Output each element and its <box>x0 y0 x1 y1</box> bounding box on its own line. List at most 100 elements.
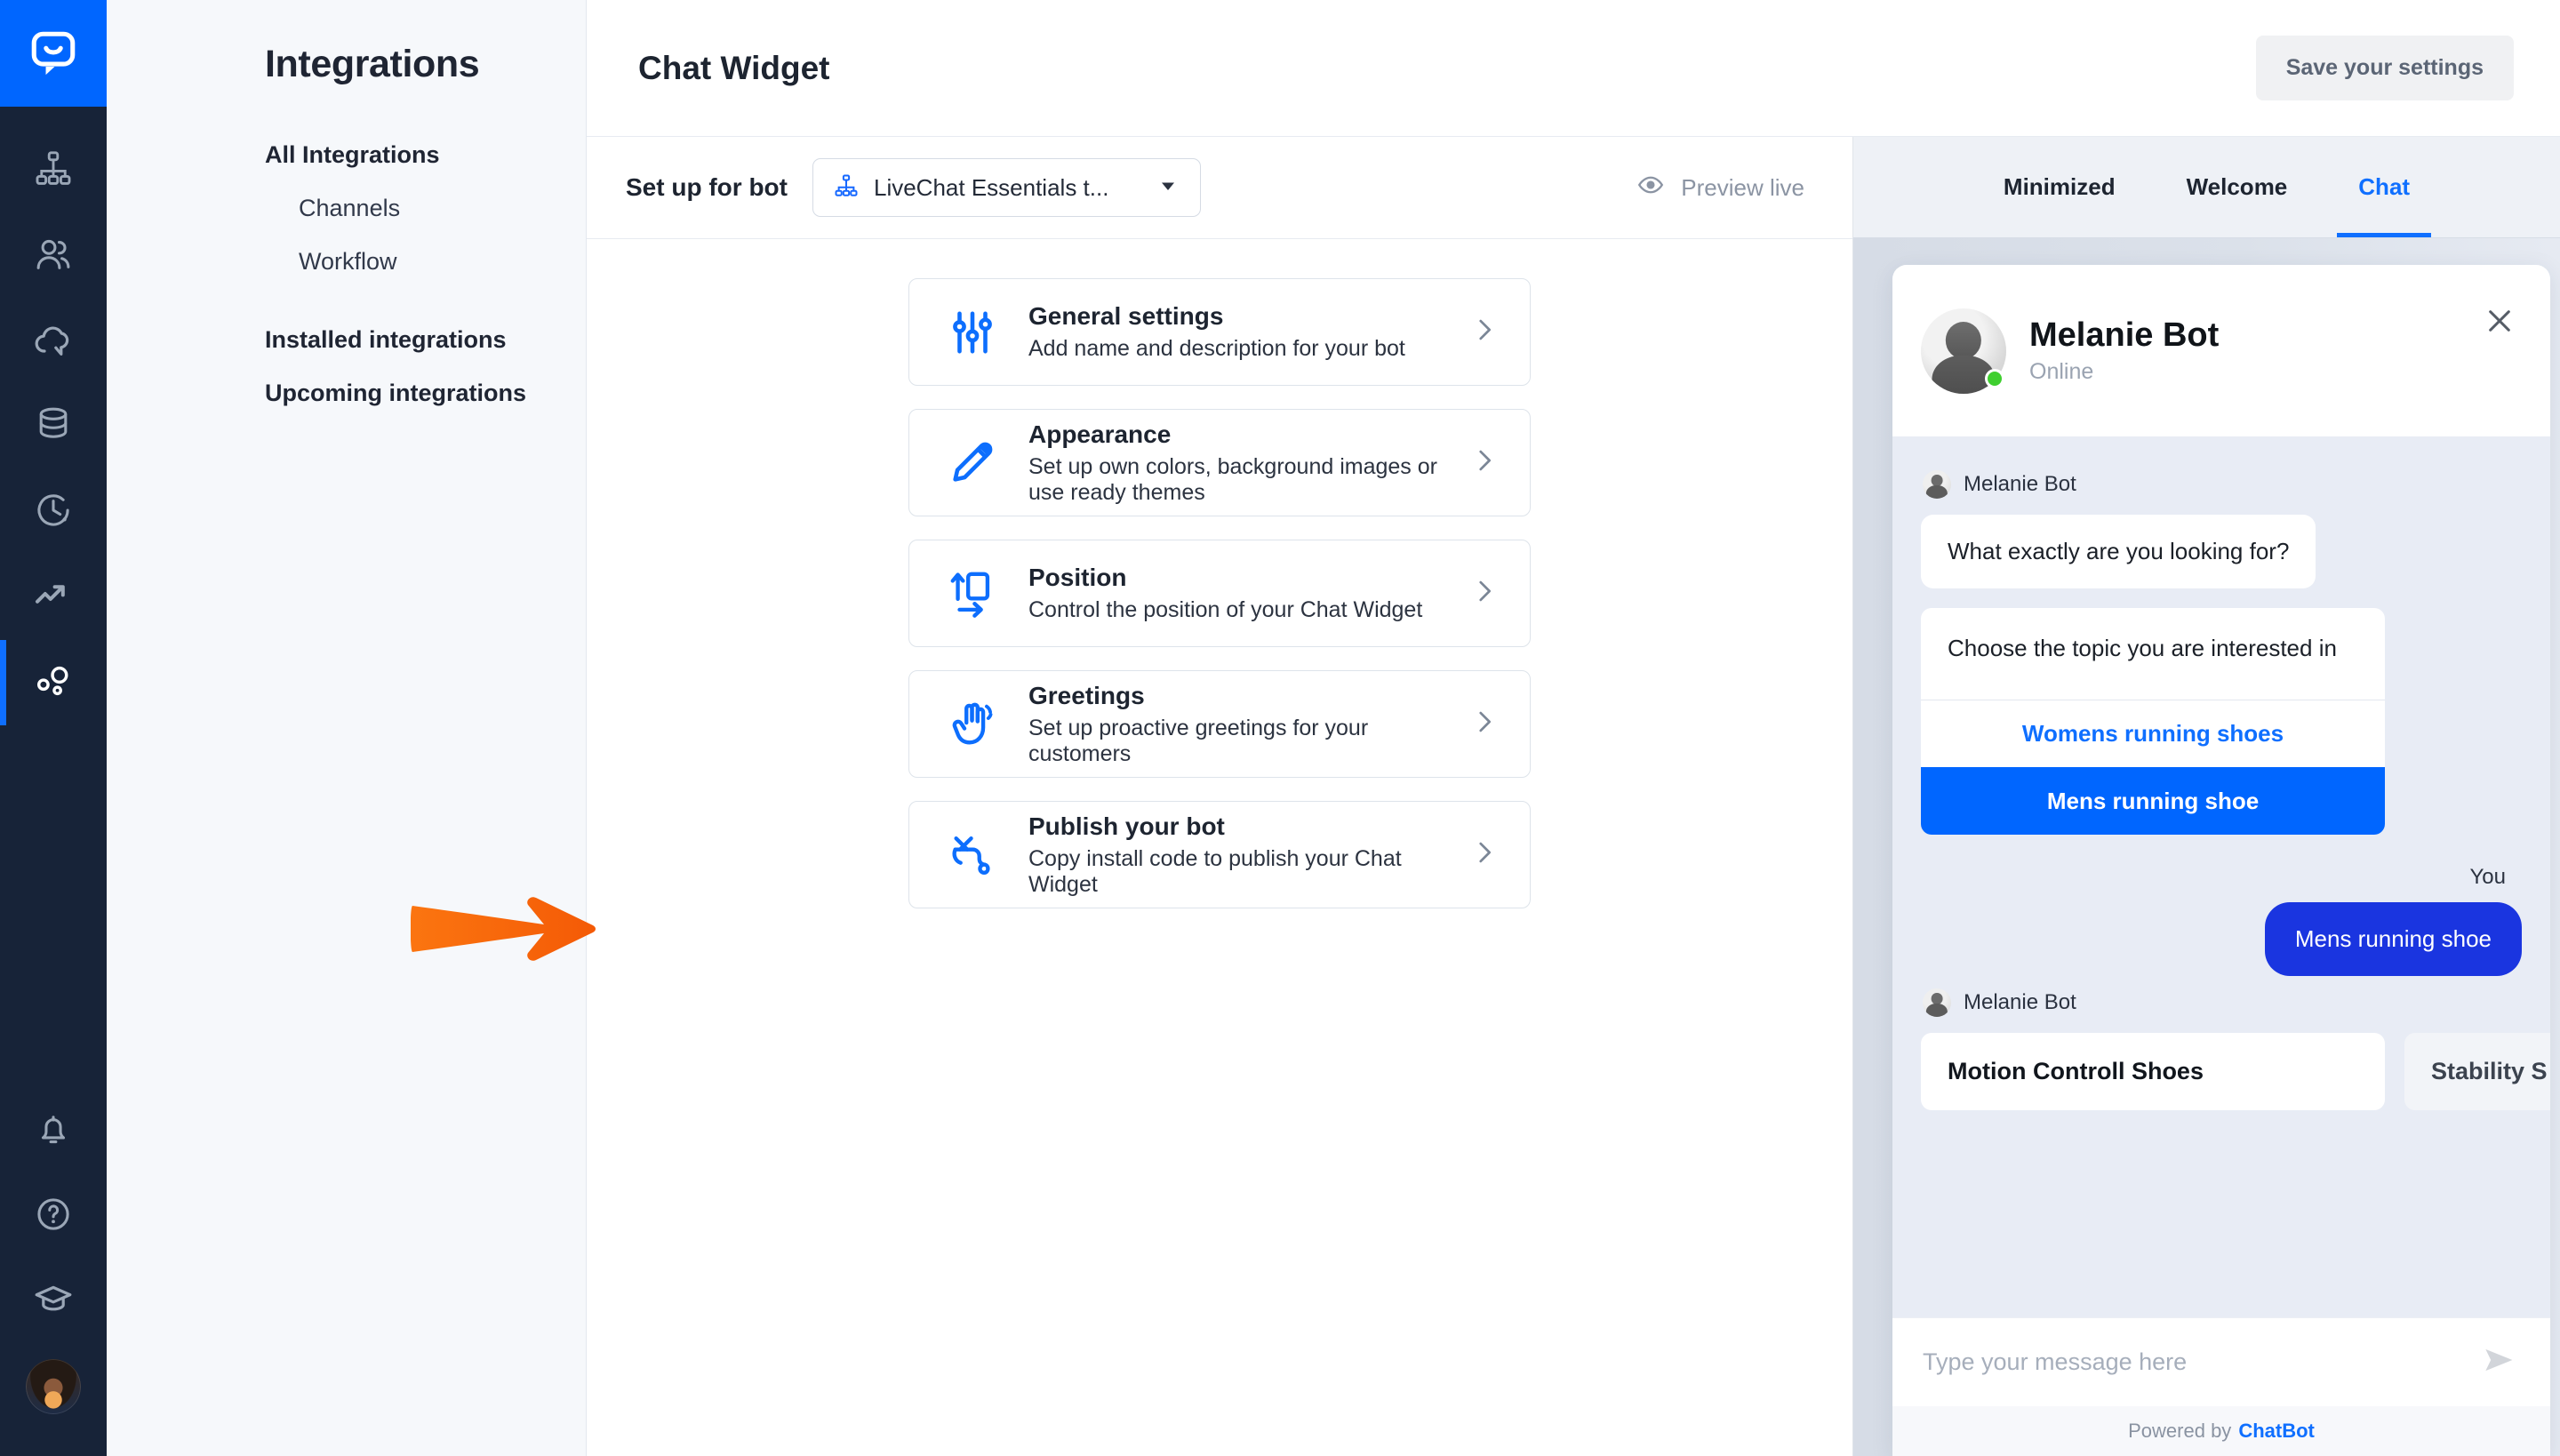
rail-bottom-list <box>0 1088 107 1456</box>
card-text: Publish your bot Copy install code to pu… <box>1028 812 1469 898</box>
chat-message-list: Melanie Bot What exactly are you looking… <box>1892 436 2550 1456</box>
bell-icon <box>33 1108 74 1154</box>
settings-card-general-settings[interactable]: General settings Add name and descriptio… <box>908 278 1531 386</box>
tab-minimized[interactable]: Minimized <box>1968 137 2151 237</box>
integrations-nav-panel: Integrations All Integrations Channels W… <box>107 0 587 1456</box>
send-icon[interactable] <box>2479 1340 2518 1384</box>
nav-item-list: All Integrations Channels Workflow Insta… <box>107 128 586 420</box>
card-subtitle: Control the position of your Chat Widget <box>1028 597 1423 622</box>
sidebar-item-academy[interactable] <box>0 1259 107 1344</box>
online-status-dot <box>1985 368 2004 388</box>
bot-select-dropdown[interactable]: LiveChat Essentials t... <box>812 158 1201 217</box>
bot-status: Online <box>2029 358 2094 384</box>
product-tile-stability-shoes[interactable]: Stability S <box>2404 1033 2550 1111</box>
settings-card-appearance[interactable]: Appearance Set up own colors, background… <box>908 409 1531 516</box>
product-tile-carousel: Motion Controll Shoes Stability S <box>1921 1033 2550 1111</box>
settings-card-publish-your-bot[interactable]: Publish your bot Copy install code to pu… <box>908 801 1531 908</box>
waving-hand-icon <box>945 699 1000 750</box>
tab-welcome[interactable]: Welcome <box>2151 137 2324 237</box>
card-subtitle: Set up proactive greetings for your cust… <box>1028 715 1369 766</box>
chatbot-brand-link[interactable]: ChatBot <box>2238 1420 2315 1443</box>
widget-preview-panel: Minimized Welcome Chat Melanie Bot Onlin… <box>1852 137 2560 1456</box>
tab-chat[interactable]: Chat <box>2323 137 2445 237</box>
card-text: Position Control the position of your Ch… <box>1028 564 1469 623</box>
close-icon[interactable] <box>2483 304 2516 342</box>
message-input-placeholder: Type your message here <box>1923 1348 2188 1375</box>
chevron-right-icon <box>1469 837 1500 872</box>
user-message-row: Mens running shoe <box>1921 902 2522 977</box>
nav-item-channels[interactable]: Channels <box>107 181 586 235</box>
rail-item-list <box>0 107 107 725</box>
chevron-down-icon <box>1157 175 1179 201</box>
chat-widget-identity: Melanie Bot Online <box>2029 316 2219 385</box>
chevron-right-icon <box>1469 315 1500 349</box>
setup-for-bot-label: Set up for bot <box>626 173 788 201</box>
sidebar-item-chats[interactable] <box>0 299 107 384</box>
main-body: Set up for bot LiveChat Essentials t... … <box>587 137 2560 1456</box>
widget-footer: Powered by ChatBot <box>1892 1406 2550 1456</box>
message-author: Melanie Bot <box>1923 470 2522 499</box>
nav-item-upcoming-integrations[interactable]: Upcoming integrations <box>107 366 586 420</box>
hierarchy-icon <box>33 148 74 194</box>
card-text: General settings Add name and descriptio… <box>1028 302 1469 362</box>
graduation-cap-icon <box>32 1278 75 1325</box>
message-author: Melanie Bot <box>1923 988 2522 1018</box>
choice-card-text: Choose the topic you are interested in <box>1948 635 2337 661</box>
nav-item-workflow[interactable]: Workflow <box>107 235 586 288</box>
settings-card-position[interactable]: Position Control the position of your Ch… <box>908 540 1531 647</box>
primary-icon-rail <box>0 0 107 1456</box>
sidebar-item-integrations[interactable] <box>0 640 107 725</box>
card-text: Greetings Set up proactive greetings for… <box>1028 682 1469 767</box>
clock-history-icon <box>33 490 74 535</box>
help-circle-icon <box>33 1194 74 1239</box>
chat-widget-preview: Melanie Bot Online Melanie Bot What exac… <box>1892 265 2550 1456</box>
setup-bar: Set up for bot LiveChat Essentials t... … <box>587 137 1852 239</box>
sidebar-item-reports[interactable] <box>0 555 107 640</box>
message-input-row[interactable]: Type your message here <box>1892 1317 2550 1406</box>
bot-message-bubble: What exactly are you looking for? <box>1921 515 2316 588</box>
product-tile-motion-controll-shoes[interactable]: Motion Controll Shoes <box>1921 1033 2385 1111</box>
bot-choice-card: Choose the topic you are interested in W… <box>1921 608 2385 836</box>
message-author-name: Melanie Bot <box>1964 472 2076 496</box>
plug-icon <box>945 829 1000 881</box>
nav-item-all-integrations[interactable]: All Integrations <box>107 128 586 181</box>
main-header: Chat Widget Save your settings <box>587 0 2560 137</box>
main-title: Chat Widget <box>638 49 830 86</box>
sidebar-item-notifications[interactable] <box>0 1088 107 1173</box>
bot-mini-avatar <box>1923 470 1951 499</box>
choice-button-mens-running-shoe[interactable]: Mens running shoe <box>1921 767 2385 836</box>
preview-live-button[interactable]: Preview live <box>1636 171 1812 205</box>
chatbot-logo[interactable] <box>0 0 107 107</box>
users-icon <box>33 234 74 279</box>
choice-button-womens-running-shoes[interactable]: Womens running shoes <box>1921 700 2385 767</box>
chat-widget-header: Melanie Bot Online <box>1892 265 2550 436</box>
save-settings-button[interactable]: Save your settings <box>2255 36 2514 100</box>
bot-avatar <box>1921 308 2006 394</box>
nav-item-installed-integrations[interactable]: Installed integrations <box>107 313 586 366</box>
sidebar-item-users[interactable] <box>0 213 107 299</box>
card-title: Publish your bot <box>1028 812 1225 840</box>
chevron-right-icon <box>1469 445 1500 480</box>
bot-name: Melanie Bot <box>2029 316 2220 355</box>
avatar <box>26 1359 81 1414</box>
sidebar-item-archives[interactable] <box>0 469 107 555</box>
trending-up-icon <box>32 574 75 621</box>
powered-by-label: Powered by <box>2128 1420 2232 1442</box>
bot-mini-avatar <box>1923 988 1951 1018</box>
bot-select-value: LiveChat Essentials t... <box>873 173 1109 201</box>
sidebar-item-account[interactable] <box>0 1344 107 1429</box>
sidebar-item-knowledge[interactable] <box>0 384 107 469</box>
sidebar-item-stories[interactable] <box>0 128 107 213</box>
settings-card-greetings[interactable]: Greetings Set up proactive greetings for… <box>908 670 1531 778</box>
user-label: You <box>2469 865 2507 890</box>
card-title: Position <box>1028 564 1127 591</box>
card-subtitle: Add name and description for your bot <box>1028 336 1405 361</box>
sidebar-item-help[interactable] <box>0 1173 107 1259</box>
eye-icon <box>1636 171 1665 205</box>
card-title: General settings <box>1028 302 1224 330</box>
main-area: Chat Widget Save your settings Set up fo… <box>587 0 2560 1456</box>
hierarchy-icon <box>833 172 860 204</box>
settings-card-list: General settings Add name and descriptio… <box>587 239 1852 1456</box>
app-root: Integrations All Integrations Channels W… <box>0 0 2560 1456</box>
preview-live-label: Preview live <box>1681 173 1804 201</box>
